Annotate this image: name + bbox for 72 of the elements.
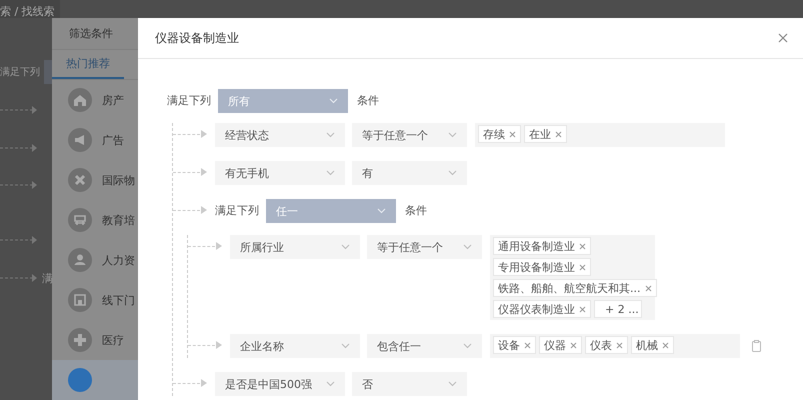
close-icon[interactable] xyxy=(778,33,788,43)
tag: 专用设备制造业 xyxy=(493,258,591,276)
condition-label: 满足下列 xyxy=(215,203,259,219)
remove-icon[interactable] xyxy=(579,306,586,312)
condition-label: 满足下列 xyxy=(0,66,40,79)
megaphone-icon xyxy=(68,128,92,152)
chevron-icon xyxy=(341,343,350,349)
dialog-title: 仪器设备制造业 xyxy=(155,30,239,46)
operator-dropdown[interactable]: 有 xyxy=(352,161,467,185)
condition-label: 条件 xyxy=(405,203,427,219)
field-dropdown[interactable]: 企业名称 xyxy=(230,334,360,358)
cross-icon xyxy=(68,168,92,192)
category-item[interactable]: 医疗 xyxy=(52,320,138,360)
chevron-icon xyxy=(448,170,457,176)
chevron-icon xyxy=(463,343,472,349)
condition-label: 满足下列 xyxy=(167,93,211,109)
remove-icon[interactable] xyxy=(579,264,586,270)
chevron-icon xyxy=(329,98,338,104)
tag: 在业 xyxy=(524,125,567,143)
desk-icon xyxy=(68,208,92,232)
category-item[interactable]: 广告 xyxy=(52,120,138,160)
remove-icon[interactable] xyxy=(579,242,586,250)
tag: 仪器仪表制造业 xyxy=(493,300,591,318)
medical-cross-icon xyxy=(68,328,92,352)
operator-dropdown[interactable]: 否 xyxy=(352,372,467,396)
field-dropdown[interactable]: 所属行业 xyxy=(230,235,360,259)
field-dropdown[interactable]: 有无手机 xyxy=(215,161,345,185)
operator-dropdown[interactable]: 等于任意一个 xyxy=(352,123,467,147)
condition-label: 满 xyxy=(42,271,53,286)
category-item[interactable]: 房产 xyxy=(52,80,138,120)
category-item[interactable]: 国际物 xyxy=(52,160,138,200)
remove-icon[interactable] xyxy=(662,342,669,348)
chevron-icon xyxy=(326,132,335,138)
chevron-icon xyxy=(326,381,335,387)
person-icon xyxy=(68,248,92,272)
chevron-icon xyxy=(448,381,457,387)
remove-icon[interactable] xyxy=(644,284,652,292)
tag: 设备 xyxy=(493,336,536,354)
store-icon xyxy=(68,288,92,312)
clipboard-icon[interactable] xyxy=(752,340,761,352)
operator-dropdown[interactable]: 包含任一 xyxy=(367,334,482,358)
remove-icon[interactable] xyxy=(524,342,531,348)
condition-label: 条件 xyxy=(357,93,379,109)
more-tags[interactable]: + 2 ... xyxy=(594,300,642,318)
field-dropdown[interactable]: 经营状态 xyxy=(215,123,345,147)
tag: 仪表 xyxy=(585,336,628,354)
chevron-icon xyxy=(326,170,335,176)
category-icon xyxy=(68,368,92,392)
tag: 仪器 xyxy=(539,336,582,354)
breadcrumb: 索 / 找线索 xyxy=(0,4,55,19)
remove-icon[interactable] xyxy=(509,130,516,138)
category-item[interactable]: 教育培 xyxy=(52,200,138,240)
tag-input[interactable]: 设备 仪器 仪表 机械 xyxy=(490,334,740,358)
remove-icon[interactable] xyxy=(555,130,562,138)
tag: 铁路、船舶、航空航天和其... xyxy=(493,279,656,297)
category-item[interactable]: 线下门 xyxy=(52,280,138,320)
tag-input[interactable]: 通用设备制造业 专用设备制造业 铁路、船舶、航空航天和其... 仪器仪表制造业 + 2 ... xyxy=(490,235,655,320)
field-dropdown[interactable]: 是否是中国500强 xyxy=(215,372,345,396)
chevron-icon xyxy=(341,244,350,250)
tag-input[interactable]: 存续 在业 xyxy=(475,123,725,147)
chevron-icon xyxy=(463,244,472,250)
operator-dropdown[interactable]: 等于任意一个 xyxy=(367,235,482,259)
tag: 存续 xyxy=(478,125,521,143)
tag: 机械 xyxy=(631,336,674,354)
tag: 通用设备制造业 xyxy=(493,237,591,255)
chevron-icon xyxy=(377,208,386,214)
category-item[interactable]: 人力资 xyxy=(52,240,138,280)
remove-icon[interactable] xyxy=(570,342,577,348)
chevron-icon xyxy=(448,132,457,138)
remove-icon[interactable] xyxy=(616,342,623,348)
house-icon xyxy=(68,88,92,112)
category-item[interactable] xyxy=(52,360,138,400)
